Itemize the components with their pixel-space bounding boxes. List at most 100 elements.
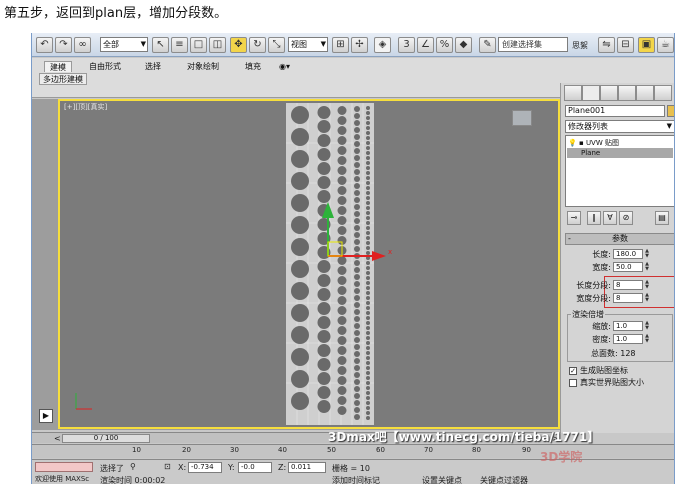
density-spinner-icon[interactable]: ▲ ▼ xyxy=(644,334,650,344)
selection-status: 选择了 xyxy=(100,464,124,473)
spinner-snap-icon[interactable]: ◆ xyxy=(455,37,472,53)
named-selection-input[interactable]: 创建选择集 xyxy=(498,37,568,52)
render-setup-icon[interactable]: ▣ xyxy=(638,37,655,53)
hierarchy-tab-icon[interactable] xyxy=(600,85,618,101)
scale-spinner-icon[interactable]: ▲ ▼ xyxy=(644,321,650,331)
render-multipliers-title: 渲染倍增 xyxy=(571,309,605,320)
main-toolbar: ↶ ↷ ∞ 全部 ▼ ↖ ≡ □ ◫ ✥ ↻ ⤡ 视图 ▼ ⊞ ✢ ◈ 3 ∠ % … xyxy=(32,33,674,57)
undo-icon[interactable]: ↶ xyxy=(36,37,53,53)
pivot-icon[interactable]: ⊞ xyxy=(332,37,349,53)
lightbulb-icon[interactable]: 💡 xyxy=(568,139,577,147)
parameters-rollout-header[interactable]: - 参数 xyxy=(565,233,674,245)
ruler-tick: 90 xyxy=(522,446,531,454)
gen-mapping-checkbox[interactable]: ✓ xyxy=(569,367,577,375)
display-tab-icon[interactable] xyxy=(636,85,654,101)
select-manipulate-icon[interactable]: ✢ xyxy=(351,37,368,53)
ribbon-tab-selection[interactable]: 选择 xyxy=(140,61,166,72)
render-time: 渲染时间 0:00:02 xyxy=(100,476,166,484)
move-icon[interactable]: ✥ xyxy=(230,37,247,53)
prev-frame-icon[interactable]: < xyxy=(54,434,61,443)
reference-coord-dropdown[interactable]: 视图 ▼ xyxy=(288,37,328,52)
absolute-mode-icon[interactable]: ⊡ xyxy=(164,462,171,471)
ruler-tick: 50 xyxy=(327,446,336,454)
expand-icon[interactable]: ▪ xyxy=(579,139,584,147)
make-unique-icon[interactable]: ∀ xyxy=(603,211,617,225)
command-panel: Plane001 修改器列表 ▼ 💡 ▪ UVW 贴图 Plane ⊸ ∥ ∀ ⊘… xyxy=(560,83,674,433)
configure-sets-icon[interactable]: ▤ xyxy=(655,211,669,225)
real-world-checkbox[interactable] xyxy=(569,379,577,387)
top-viewport[interactable]: [+][顶][真实] x xyxy=(58,99,560,429)
y-coordinate-field[interactable]: -0.0 xyxy=(238,462,272,473)
ruler-tick: 10 xyxy=(132,446,141,454)
add-time-tag-button[interactable]: 添加时间标记 xyxy=(332,475,380,484)
show-end-result-icon[interactable]: ∥ xyxy=(587,211,601,225)
ruler-tick: 30 xyxy=(230,446,239,454)
length-field[interactable]: 180.0 xyxy=(613,249,643,259)
ruler-tick: 70 xyxy=(424,446,433,454)
scale-field[interactable]: 1.0 xyxy=(613,321,643,331)
set-key-button[interactable]: 设置关键点 xyxy=(422,475,462,484)
density-field[interactable]: 1.0 xyxy=(613,334,643,344)
link-icon[interactable]: ∞ xyxy=(74,37,91,53)
ribbon-tab-object-paint[interactable]: 对象绘制 xyxy=(182,61,224,72)
ruler-tick: 20 xyxy=(182,446,191,454)
utilities-tab-icon[interactable] xyxy=(654,85,672,101)
total-faces: 总面数: 128 xyxy=(591,349,636,358)
ribbon-more-icon[interactable]: ◉▾ xyxy=(274,61,295,72)
z-coordinate-field[interactable]: 0.011 xyxy=(288,462,326,473)
maxscript-listener[interactable] xyxy=(35,462,93,472)
modify-tab-icon[interactable] xyxy=(582,85,600,101)
motion-tab-icon[interactable] xyxy=(618,85,636,101)
rect-select-icon[interactable]: □ xyxy=(190,37,207,53)
play-icon[interactable]: ▶ xyxy=(39,409,53,423)
object-name-field[interactable]: Plane001 xyxy=(565,105,665,117)
remove-modifier-icon[interactable]: ⊘ xyxy=(619,211,633,225)
width-segs-spinner-icon[interactable]: ▲ ▼ xyxy=(644,293,650,303)
length-segs-label: 长度分段: xyxy=(576,281,611,290)
modifier-list-dropdown[interactable]: 修改器列表 ▼ xyxy=(565,120,674,133)
ribbon-tab-modeling[interactable]: 建模 xyxy=(44,61,72,72)
object-color-swatch[interactable] xyxy=(667,105,674,117)
percent-snap-icon[interactable]: % xyxy=(436,37,453,53)
gizmo-plane-handle xyxy=(327,241,343,257)
ribbon-subtab-polygon-modeling[interactable]: 多边形建模 xyxy=(39,73,87,85)
render-icon[interactable]: ☕ xyxy=(657,37,674,53)
time-slider[interactable]: 0 / 100 xyxy=(62,434,150,443)
ribbon-tab-populate[interactable]: 填充 xyxy=(240,61,266,72)
create-tab-icon[interactable] xyxy=(564,85,582,101)
viewport-frame: [+][顶][真实] x ▶ xyxy=(32,99,560,430)
watermark-text: 3Dmax吧【www.tinecg.com/tieba/1771】 xyxy=(328,430,600,444)
gizmo-y-arrow xyxy=(322,202,334,218)
key-filters-button[interactable]: 关键点过滤器 xyxy=(480,475,528,484)
select-object-icon[interactable]: ↖ xyxy=(152,37,169,53)
length-spinner-icon[interactable]: ▲ ▼ xyxy=(644,249,650,259)
width-segs-field[interactable]: 8 xyxy=(613,293,643,303)
align-icon[interactable]: ⊟ xyxy=(617,37,634,53)
scale-icon[interactable]: ⤡ xyxy=(268,37,285,53)
length-segs-field[interactable]: 8 xyxy=(613,280,643,290)
stack-item-plane[interactable]: Plane xyxy=(567,148,673,158)
lock-selection-icon[interactable]: ⚲ xyxy=(130,462,136,471)
length-segs-spinner-icon[interactable]: ▲ ▼ xyxy=(644,280,650,290)
x-coordinate-field[interactable]: -0.734 xyxy=(188,462,222,473)
width-spinner-icon[interactable]: ▲ ▼ xyxy=(644,262,650,272)
angle-snap-icon[interactable]: ∠ xyxy=(417,37,434,53)
viewcube-icon[interactable] xyxy=(512,110,532,126)
keyboard-shortcut-icon[interactable]: ◈ xyxy=(374,37,391,53)
modifier-stack: 💡 ▪ UVW 贴图 Plane xyxy=(565,135,674,207)
collapse-icon: - xyxy=(568,234,571,243)
stack-item-uvw[interactable]: 💡 ▪ UVW 贴图 xyxy=(568,138,619,148)
width-field[interactable]: 50.0 xyxy=(613,262,643,272)
width-label: 宽度: xyxy=(592,263,611,272)
select-by-name-icon[interactable]: ≡ xyxy=(171,37,188,53)
pin-stack-icon[interactable]: ⊸ xyxy=(567,211,581,225)
selection-filter-dropdown[interactable]: 全部 ▼ xyxy=(100,37,148,52)
x-label: X: xyxy=(178,463,187,472)
snap-3d-icon[interactable]: 3 xyxy=(398,37,415,53)
ribbon-tab-freeform[interactable]: 自由形式 xyxy=(84,61,126,72)
mirror-icon[interactable]: ⇋ xyxy=(598,37,615,53)
window-crossing-icon[interactable]: ◫ xyxy=(209,37,226,53)
redo-icon[interactable]: ↷ xyxy=(55,37,72,53)
edit-named-sel-icon[interactable]: ✎ xyxy=(479,37,496,53)
rotate-icon[interactable]: ↻ xyxy=(249,37,266,53)
